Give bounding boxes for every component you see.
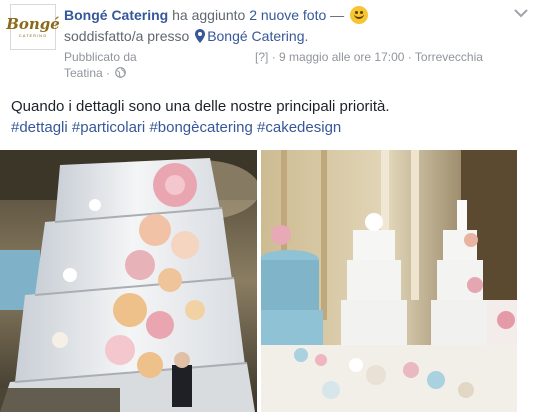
published-from-2: Teatina · — [64, 66, 127, 80]
published-from-text: Pubblicato da — [64, 50, 137, 64]
avatar-sub-text: CATERING — [18, 32, 48, 38]
photos-link[interactable]: 2 nuove foto — [249, 7, 326, 23]
post-title-line: Bongé Catering ha aggiunto 2 nuove foto … — [64, 6, 369, 24]
avatar-logo-text: Bongé — [6, 14, 60, 33]
dash-text: — — [330, 7, 345, 23]
hashtag-link[interactable]: #cakedesign — [257, 119, 341, 136]
globe-icon[interactable] — [115, 67, 127, 78]
post-text: Quando i dettagli sono una delle nostre … — [11, 96, 531, 138]
hashtag-link[interactable]: #particolari — [72, 119, 145, 136]
published-from-text-2: Teatina — [64, 66, 103, 80]
feeling-text: soddisfatto/a presso — [64, 28, 190, 44]
separator: · — [106, 66, 111, 80]
cake-closeup-image — [0, 150, 257, 412]
location-link[interactable]: Bongé Catering — [207, 28, 304, 44]
avatar[interactable]: Bongé CATERING — [6, 4, 60, 50]
chevron-down-icon[interactable] — [514, 8, 528, 18]
location-period: . — [304, 28, 309, 44]
dessert-table-image — [261, 150, 517, 412]
pin-icon — [195, 29, 206, 43]
feeling-line: soddisfatto/a presso Bongé Catering. — [64, 28, 308, 44]
post-meta: [?] · 9 maggio alle ore 17:00 · Torrevec… — [255, 50, 483, 64]
page-name-link[interactable]: Bongé Catering — [64, 7, 168, 23]
published-from: Pubblicato da — [64, 50, 137, 64]
photo-1[interactable] — [0, 150, 257, 412]
action-text: ha aggiunto — [172, 7, 246, 23]
hashtag-link[interactable]: #bongècatering — [149, 119, 252, 136]
place-link[interactable]: Torrevecchia — [415, 50, 483, 64]
post-message: Quando i dettagli sono una delle nostre … — [11, 98, 390, 115]
separator: · — [271, 50, 276, 64]
separator: · — [407, 50, 412, 64]
help-bracket[interactable]: [?] — [255, 50, 268, 64]
hashtag-list: #dettagli #particolari #bongècatering #c… — [11, 117, 531, 138]
post-header: Bongé CATERING Bongé Catering ha aggiunt… — [0, 0, 537, 90]
photo-2[interactable] — [261, 150, 517, 412]
smiley-icon — [350, 6, 369, 24]
timestamp-link[interactable]: 9 maggio alle ore 17:00 — [279, 50, 404, 64]
hashtag-link[interactable]: #dettagli — [11, 119, 68, 136]
